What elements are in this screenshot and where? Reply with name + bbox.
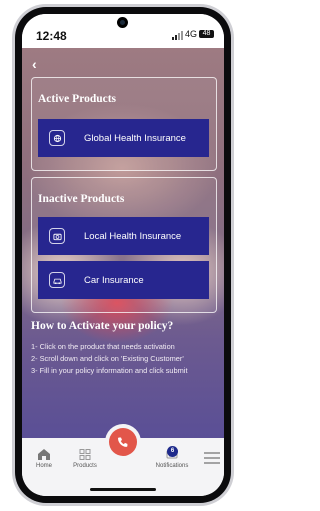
home-icon: [38, 449, 50, 460]
battery-icon: 48: [199, 30, 214, 38]
globe-shield-icon: [49, 130, 65, 146]
howto-step: 3- Fill in your policy information and c…: [31, 366, 188, 375]
nav-home[interactable]: Home: [32, 448, 56, 469]
howto-step: 1- Click on the product that needs activ…: [31, 342, 175, 351]
product-global-health-insurance[interactable]: Global Health Insurance: [38, 119, 209, 157]
status-time: 12:48: [36, 29, 67, 43]
product-label: Global Health Insurance: [84, 132, 186, 144]
product-car-insurance[interactable]: Car Insurance: [38, 261, 209, 299]
phone-icon: [118, 437, 128, 447]
nav-home-label: Home: [35, 463, 52, 469]
nav-notifications-label: Notifications: [155, 463, 189, 469]
call-button[interactable]: [109, 428, 137, 456]
active-products-card: Active Products Global Health Insurance: [31, 77, 217, 171]
camera-shield-icon: [49, 228, 65, 244]
app-screen: 12:48 4G 48 ‹ Active Products Global Hea…: [22, 14, 224, 496]
inactive-products-title: Inactive Products: [38, 193, 125, 205]
menu-icon: [204, 452, 220, 464]
camera-notch: [117, 17, 128, 28]
menu-button[interactable]: [204, 452, 220, 466]
network-type: 4G: [185, 29, 198, 39]
car-icon: [49, 272, 65, 288]
active-products-title: Active Products: [38, 93, 117, 105]
grid-icon: [79, 449, 91, 460]
nav-products[interactable]: Products: [70, 448, 100, 469]
nav-notifications[interactable]: 6 Notifications: [154, 446, 190, 469]
howto-step: 2- Scroll down and click on 'Existing Cu…: [31, 354, 184, 363]
product-label: Local Health Insurance: [84, 230, 182, 242]
nav-products-label: Products: [73, 463, 97, 469]
back-button[interactable]: ‹: [32, 56, 37, 72]
notification-badge: 6: [167, 446, 178, 457]
product-label: Car Insurance: [84, 274, 144, 286]
product-local-health-insurance[interactable]: Local Health Insurance: [38, 217, 209, 255]
home-indicator: [90, 488, 156, 491]
signal-icon: [172, 31, 184, 40]
inactive-products-card: Inactive Products Local Health Insurance…: [31, 177, 217, 313]
howto-title: How to Activate your policy?: [31, 320, 174, 332]
